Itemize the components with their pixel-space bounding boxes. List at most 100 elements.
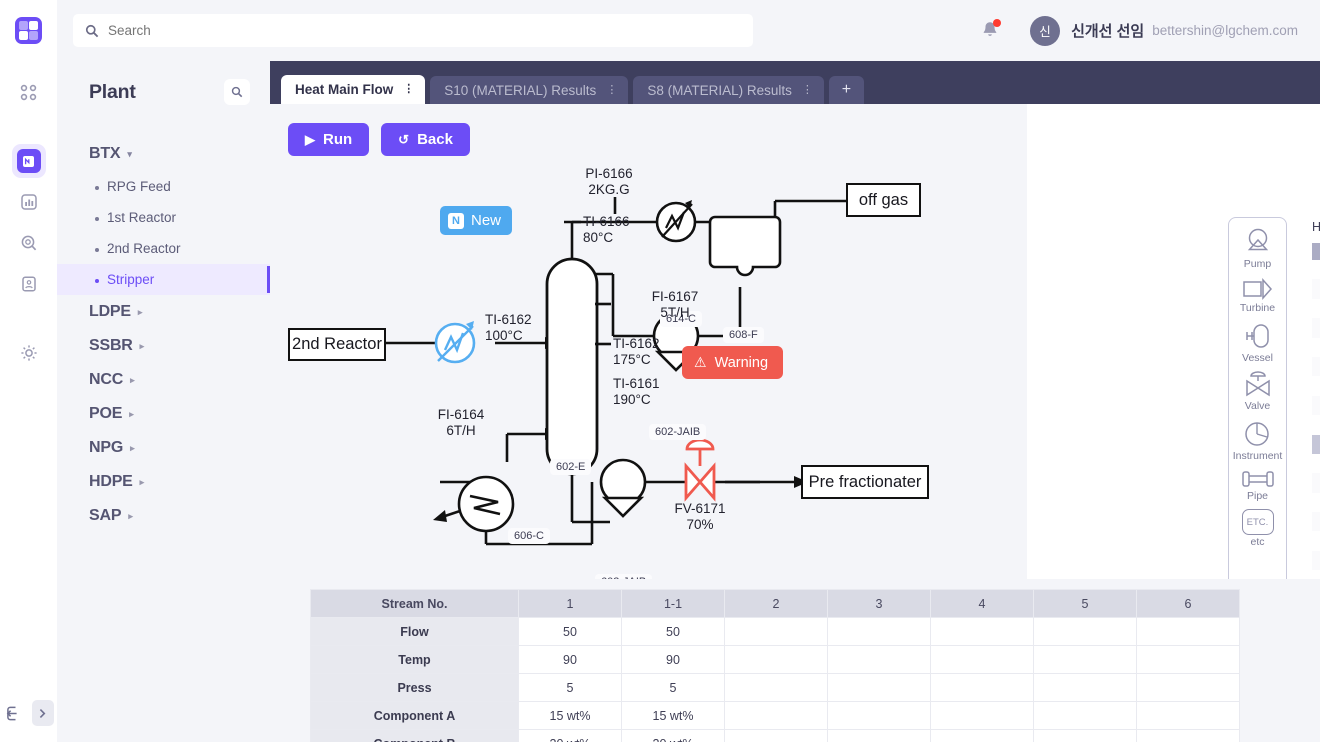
table-row: CALCULATED 495 kcal/m² °C: [1312, 473, 1320, 493]
block-pre-fractionater[interactable]: Pre fractionater: [801, 465, 929, 499]
cell[interactable]: [1136, 673, 1240, 702]
cell[interactable]: 90: [518, 645, 622, 674]
palette-item-valve[interactable]: Valve: [1241, 371, 1275, 412]
sidebar-item-btx[interactable]: BTX ▾: [57, 137, 270, 171]
bullet-icon: [95, 248, 99, 252]
cell[interactable]: [1136, 645, 1240, 674]
avatar[interactable]: 신: [1030, 15, 1061, 46]
cell[interactable]: [1033, 645, 1137, 674]
cell[interactable]: [930, 729, 1034, 742]
sidebar-item-poe[interactable]: POE ▸: [57, 397, 270, 431]
palette-item-pump[interactable]: Pump: [1242, 227, 1274, 270]
cell[interactable]: [1033, 729, 1137, 742]
bullet-icon: [95, 186, 99, 190]
sidebar-item-1st-reactor[interactable]: 1st Reactor: [57, 202, 270, 233]
cell[interactable]: 5: [621, 673, 725, 702]
tag-606c: 606-C: [508, 528, 550, 544]
cell[interactable]: [724, 617, 828, 646]
cell[interactable]: [1136, 617, 1240, 646]
cell[interactable]: [827, 729, 931, 742]
tab-s8-material-results[interactable]: S8 (MATERIAL) Results ⋮: [633, 76, 824, 104]
palette-item-turbine[interactable]: Turbine: [1240, 277, 1275, 314]
cell[interactable]: [930, 645, 1034, 674]
sidebar-item-ncc[interactable]: NCC ▸: [57, 363, 270, 397]
sidebar-item-2nd-reactor[interactable]: 2nd Reactor: [57, 233, 270, 264]
cell[interactable]: [930, 673, 1034, 702]
cell[interactable]: [724, 673, 828, 702]
search-input[interactable]: [108, 23, 741, 38]
cell[interactable]: 20 wt%: [621, 729, 725, 742]
cell[interactable]: [827, 645, 931, 674]
cell[interactable]: [1033, 617, 1137, 646]
palette-item-etc[interactable]: ETC. etc: [1241, 509, 1274, 548]
sidebar-item-stripper[interactable]: Stripper: [57, 264, 270, 295]
sidebar-item-reports[interactable]: [12, 185, 46, 219]
kebab-menu-icon[interactable]: ⋮: [403, 84, 414, 95]
cell[interactable]: 5: [518, 673, 622, 702]
cell[interactable]: [827, 617, 931, 646]
cell[interactable]: 15 wt%: [621, 701, 725, 730]
cell[interactable]: 90: [621, 645, 725, 674]
plant-search-button[interactable]: [224, 79, 250, 105]
sidebar-item-npg[interactable]: NPG ▸: [57, 431, 270, 465]
col-header-4[interactable]: 4: [930, 589, 1034, 618]
instrument-tag-ti6162-175: TI-6162 175°C: [613, 336, 660, 368]
cell[interactable]: [724, 701, 828, 730]
col-header-1[interactable]: 1: [518, 589, 622, 618]
tab-s10-material-results[interactable]: S10 (MATERIAL) Results ⋮: [430, 76, 629, 104]
cell[interactable]: [724, 729, 828, 742]
cell[interactable]: [1136, 701, 1240, 730]
col-header-5[interactable]: 5: [1033, 589, 1137, 618]
col-header-2[interactable]: 2: [724, 589, 828, 618]
cell[interactable]: 15 wt%: [518, 701, 622, 730]
logo-container[interactable]: [0, 0, 57, 61]
cell[interactable]: [1033, 701, 1137, 730]
cell[interactable]: [827, 701, 931, 730]
sidebar-item-documents[interactable]: [12, 267, 46, 301]
kebab-menu-icon[interactable]: ⋮: [606, 84, 617, 95]
sidebar-item-settings[interactable]: [12, 336, 46, 370]
expand-sidebar-button[interactable]: [31, 700, 54, 726]
sidebar-item-sap[interactable]: SAP ▸: [57, 499, 270, 533]
global-search[interactable]: [73, 14, 753, 47]
palette-item-vessel[interactable]: Vessel: [1242, 321, 1273, 364]
sidebar-item-rpg-feed[interactable]: RPG Feed: [57, 171, 270, 202]
kebab-menu-icon[interactable]: ⋮: [802, 84, 813, 95]
app-root: 신 신개선 선임 bettershin@lgchem.com: [0, 0, 1320, 742]
sidebar-item-ldpe[interactable]: LDPE ▸: [57, 295, 270, 329]
sidebar-item-ssbr[interactable]: SSBR ▸: [57, 329, 270, 363]
table-row: FLUID QUANTITY(TOTAL) 50 50: [1312, 279, 1320, 299]
cell[interactable]: [930, 617, 1034, 646]
cell[interactable]: 50: [518, 617, 622, 646]
sidebar-item-hdpe[interactable]: HDPE ▸: [57, 465, 270, 499]
cell[interactable]: [827, 673, 931, 702]
status-badge-new[interactable]: N New: [440, 206, 513, 235]
palette-item-instrument[interactable]: Instrument: [1233, 419, 1282, 462]
row-label-press: Press: [310, 673, 519, 702]
cell[interactable]: 20 wt%: [518, 729, 622, 742]
status-badge-warning[interactable]: ⚠ Warning: [682, 346, 784, 379]
apps-grid-icon[interactable]: [15, 17, 42, 44]
cell[interactable]: [930, 701, 1034, 730]
bell-icon[interactable]: [980, 19, 1002, 41]
logout-icon[interactable]: [4, 704, 23, 723]
col-header-6[interactable]: 6: [1136, 589, 1240, 618]
cell[interactable]: [1136, 729, 1240, 742]
col-header-3[interactable]: 3: [827, 589, 931, 618]
block-2nd-reactor[interactable]: 2nd Reactor: [288, 328, 386, 361]
settings-gear-icon: [20, 345, 37, 361]
bullet-icon: [95, 279, 99, 283]
tab-heat-main-flow[interactable]: Heat Main Flow ⋮: [281, 75, 426, 104]
add-tab-button[interactable]: +: [828, 76, 864, 104]
sidebar-item-apps[interactable]: [12, 75, 46, 109]
cell[interactable]: [1033, 673, 1137, 702]
flowsheet-canvas[interactable]: ▶ Run ↺ Back 2nd Reactor off gas Pre fra…: [270, 104, 1027, 590]
cell[interactable]: [724, 645, 828, 674]
sidebar-item-flowsheet[interactable]: [11, 144, 46, 178]
sidebar-item-analysis[interactable]: [12, 226, 46, 260]
palette-item-pipe[interactable]: Pipe: [1240, 469, 1276, 502]
apps-grid-icon: [20, 84, 37, 100]
cell[interactable]: 50: [621, 617, 725, 646]
col-header-1-1[interactable]: 1-1: [621, 589, 725, 618]
block-off-gas[interactable]: off gas: [846, 183, 921, 217]
